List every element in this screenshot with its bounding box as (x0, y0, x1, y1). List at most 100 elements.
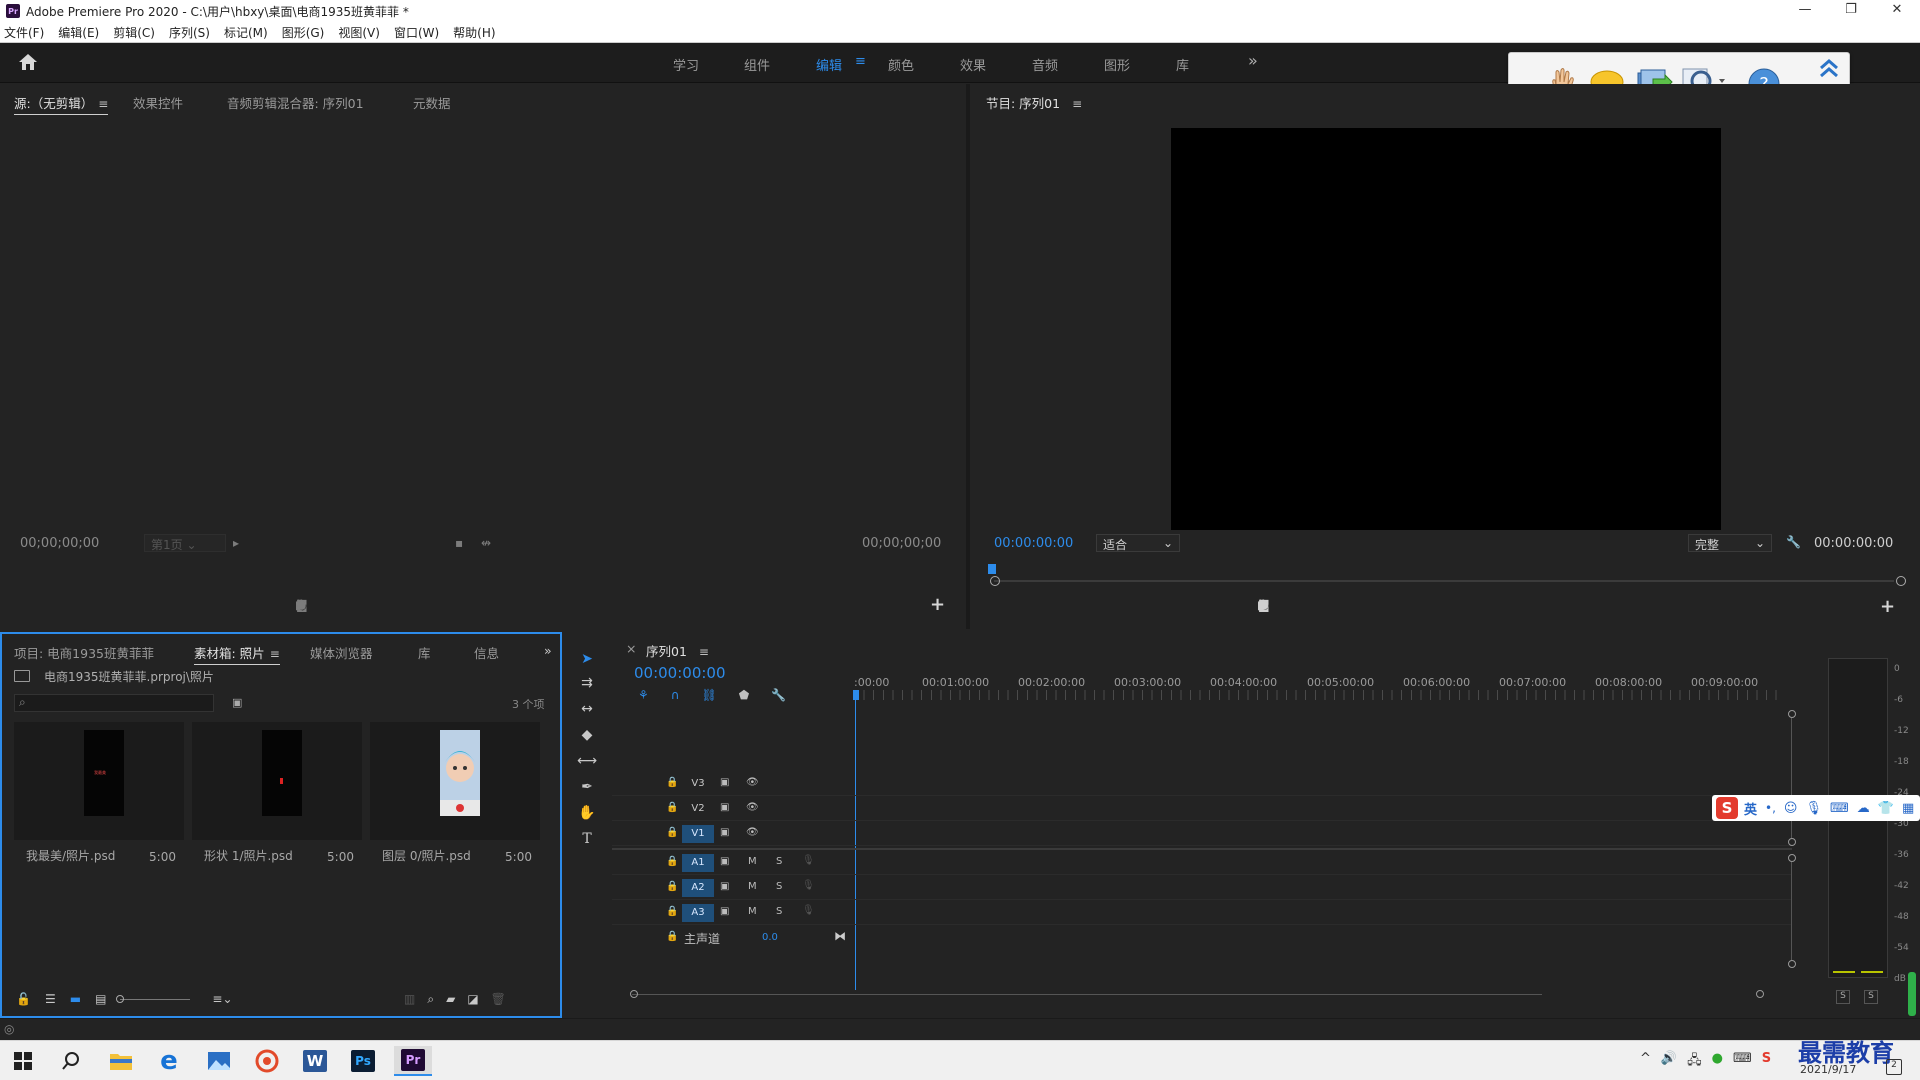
hand-tool-icon[interactable]: ✋ (577, 804, 597, 822)
close-button[interactable]: ✕ (1874, 0, 1920, 22)
panel-menu-icon[interactable]: ≡ (98, 97, 108, 111)
panel-menu-icon[interactable]: ≡ (699, 645, 709, 659)
solo-button[interactable]: S (776, 906, 782, 917)
video-track-v1[interactable]: 🔒 V1 ▣ 👁 (612, 822, 1792, 846)
media-item[interactable]: 图层 0/照片.psd 5:00 (370, 722, 540, 864)
mute-button[interactable]: M (748, 906, 757, 917)
sogou-tray-icon[interactable]: S (1762, 1051, 1771, 1073)
find-icon[interactable]: ⌕ (427, 992, 434, 1007)
playhead-handle[interactable] (853, 690, 859, 700)
nest-icon[interactable]: ⚘ (638, 688, 649, 702)
toggle-sync-icon[interactable]: ▣ (720, 827, 729, 838)
file-explorer-icon[interactable] (102, 1046, 140, 1076)
zoom-handle-right[interactable] (1896, 576, 1906, 586)
freeform-view-icon[interactable]: ▤ (95, 992, 106, 1006)
eye-icon[interactable]: 👁 (746, 777, 759, 788)
workspace-libraries[interactable]: 库 (1176, 55, 1189, 74)
eye-icon[interactable]: 👁 (746, 802, 759, 813)
keyboard-icon[interactable]: ⌨ (1830, 801, 1849, 816)
tab-effect-controls[interactable]: 效果控件 (133, 93, 183, 112)
home-icon[interactable] (18, 53, 38, 71)
razor-tool-icon[interactable]: ◆ (577, 726, 597, 744)
track-label[interactable]: V2 (682, 800, 714, 818)
track-label[interactable]: A3 (682, 904, 714, 922)
workspace-audio[interactable]: 音频 (1032, 55, 1058, 74)
type-tool-icon[interactable]: T (577, 830, 597, 848)
add-marker-icon[interactable]: ⬟ (739, 688, 749, 702)
audio-track-a3[interactable]: 🔒 A3 ▣ M S 🎙 (612, 901, 1792, 925)
track-divider[interactable] (612, 848, 1792, 850)
workspace-more-icon[interactable]: » (1248, 51, 1258, 70)
safe-margins-icon[interactable]: ▪ (455, 536, 463, 550)
lock-icon[interactable]: 🔒 (666, 881, 678, 892)
vscroll-handle-audio-top[interactable] (1788, 854, 1796, 862)
vscroll-handle-top[interactable] (1788, 710, 1796, 718)
track-label[interactable]: A1 (682, 854, 714, 872)
add-button[interactable]: + (930, 594, 945, 615)
slip-tool-icon[interactable]: ⟷ (577, 752, 597, 770)
new-search-bin-icon[interactable]: ▣ (232, 696, 242, 709)
notification-badge[interactable]: 2 (1886, 1059, 1902, 1075)
vscroll-handle-bottom[interactable] (1788, 960, 1796, 968)
automate-sequence-icon[interactable]: ▥ (404, 992, 415, 1007)
tab-sequence[interactable]: 序列01 ≡ (646, 641, 709, 660)
workspace-assembly[interactable]: 组件 (744, 55, 770, 74)
microphone-icon[interactable]: 🎙 (802, 880, 815, 891)
lock-icon[interactable]: 🔒 (666, 802, 678, 813)
lock-icon[interactable]: 🔒 (666, 856, 678, 867)
toggle-sync-icon[interactable]: ▣ (720, 777, 729, 788)
audio-track-a2[interactable]: 🔒 A2 ▣ M S 🎙 (612, 876, 1792, 900)
playback-quality-select[interactable]: 完整 ⌄ (1688, 534, 1772, 552)
tab-audio-clip-mixer[interactable]: 音频剪辑混合器: 序列01 (227, 93, 364, 112)
tab-libraries[interactable]: 库 (418, 643, 431, 662)
media-item[interactable]: 我最美 我最美/照片.psd 5:00 (14, 722, 184, 864)
photoshop-icon[interactable]: Ps (344, 1046, 382, 1076)
workspace-graphics[interactable]: 图形 (1104, 55, 1130, 74)
tab-source[interactable]: 源:（无剪辑） ≡ (14, 93, 109, 115)
lock-icon[interactable]: 🔒 (666, 777, 678, 788)
toggle-sync-icon[interactable]: ▣ (720, 881, 729, 892)
network-icon[interactable]: 🖧 (1687, 1051, 1702, 1073)
tab-metadata[interactable]: 元数据 (413, 93, 451, 112)
solo-left-button[interactable]: S (1836, 990, 1850, 1004)
solo-button[interactable]: S (776, 856, 782, 867)
tab-info[interactable]: 信息 (474, 643, 499, 662)
ime-tray-icon[interactable]: ⌨ (1733, 1051, 1752, 1073)
list-view-icon[interactable]: ☰ (45, 992, 56, 1006)
lock-icon[interactable]: 🔒 (666, 931, 678, 942)
trash-icon[interactable]: 🗑 (491, 992, 506, 1007)
panel-menu-icon[interactable]: ≡ (1072, 97, 1082, 111)
video-track-v2[interactable]: 🔒 V2 ▣ 👁 (612, 797, 1792, 821)
close-sequence-icon[interactable]: × (626, 641, 636, 656)
master-volume-value[interactable]: 0.0 (762, 932, 778, 943)
microphone-icon[interactable]: 🎙 (802, 905, 815, 916)
program-scrub-bar[interactable] (994, 580, 1894, 582)
vscroll-track-audio[interactable] (1791, 862, 1792, 960)
export-frame-icon[interactable]: ◙ (296, 598, 308, 612)
program-video-preview[interactable] (1171, 128, 1721, 530)
tray-expand-icon[interactable]: ^ (1640, 1051, 1651, 1073)
eye-icon[interactable]: 👁 (746, 827, 759, 838)
tab-media-browser[interactable]: 媒体浏览器 (310, 643, 373, 662)
tab-program[interactable]: 节目: 序列01 ≡ (986, 93, 1082, 112)
pen-tool-icon[interactable]: ✒ (577, 778, 597, 796)
toggle-sync-icon[interactable]: ▣ (720, 856, 729, 867)
solo-right-button[interactable]: S (1864, 990, 1878, 1004)
media-item[interactable]: 形状 1/照片.psd 5:00 (192, 722, 362, 864)
security-icon[interactable]: ● (1712, 1051, 1723, 1073)
toolbox-icon[interactable]: ▦ (1902, 801, 1914, 816)
emoji-icon[interactable]: ☺ (1784, 801, 1798, 816)
start-icon[interactable] (4, 1046, 42, 1076)
hscroll-track[interactable] (632, 994, 1542, 995)
menu-help[interactable]: 帮助(H) (453, 24, 495, 41)
go-to-end-icon[interactable]: ⧓ (834, 929, 846, 943)
menu-marker[interactable]: 标记(M) (224, 24, 268, 41)
timeline-settings-icon[interactable]: 🔧 (771, 688, 786, 702)
linked-selection-icon[interactable]: ⛓ (702, 688, 717, 702)
microphone-icon[interactable]: 🎙 (802, 855, 815, 866)
wrench-icon[interactable]: 🔧 (1786, 535, 1801, 549)
menu-graphics[interactable]: 图形(G) (282, 24, 325, 41)
workspace-learn[interactable]: 学习 (673, 55, 699, 74)
hscroll-handle-right[interactable] (1756, 990, 1764, 998)
user-icon[interactable]: ☁ (1857, 801, 1870, 816)
